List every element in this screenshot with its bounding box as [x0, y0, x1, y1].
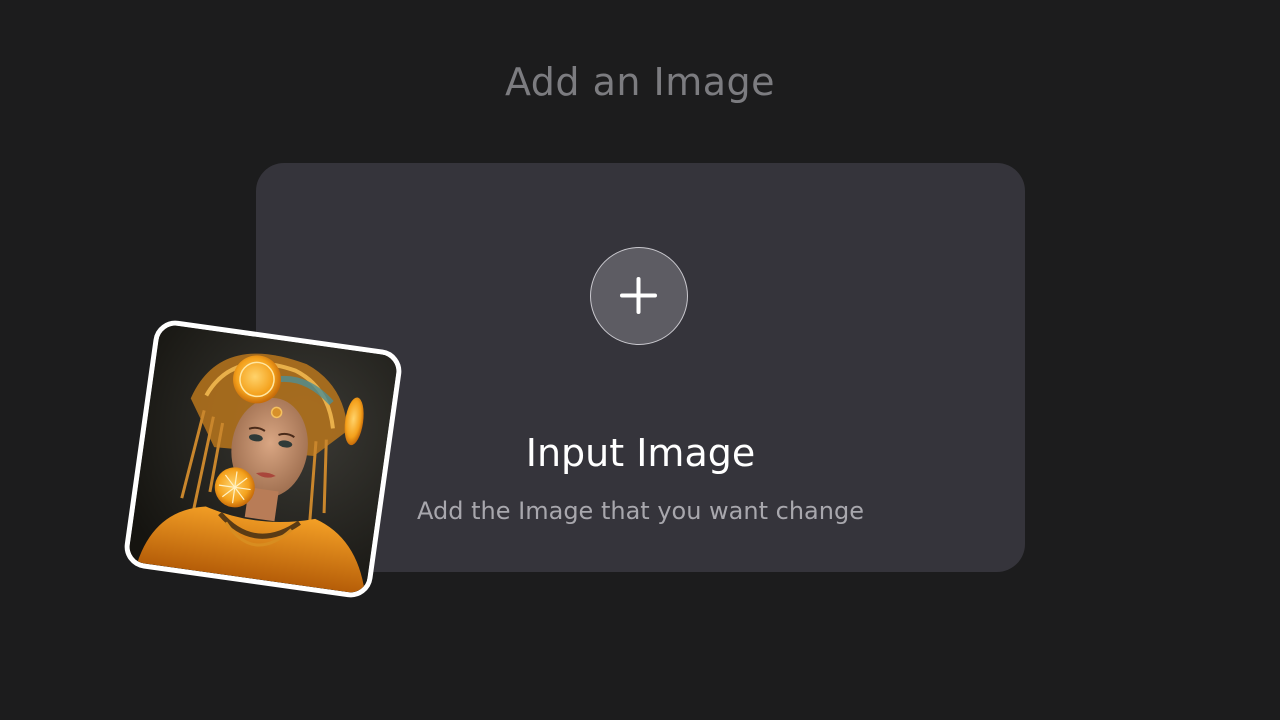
plus-icon: [620, 277, 657, 314]
add-image-button[interactable]: [590, 247, 688, 345]
page-title: Add an Image: [504, 60, 776, 104]
sample-portrait-image: [121, 317, 405, 601]
upload-screen: Add an Image Input Image Add the Image t…: [0, 0, 1280, 720]
portrait-photo: [127, 323, 399, 595]
